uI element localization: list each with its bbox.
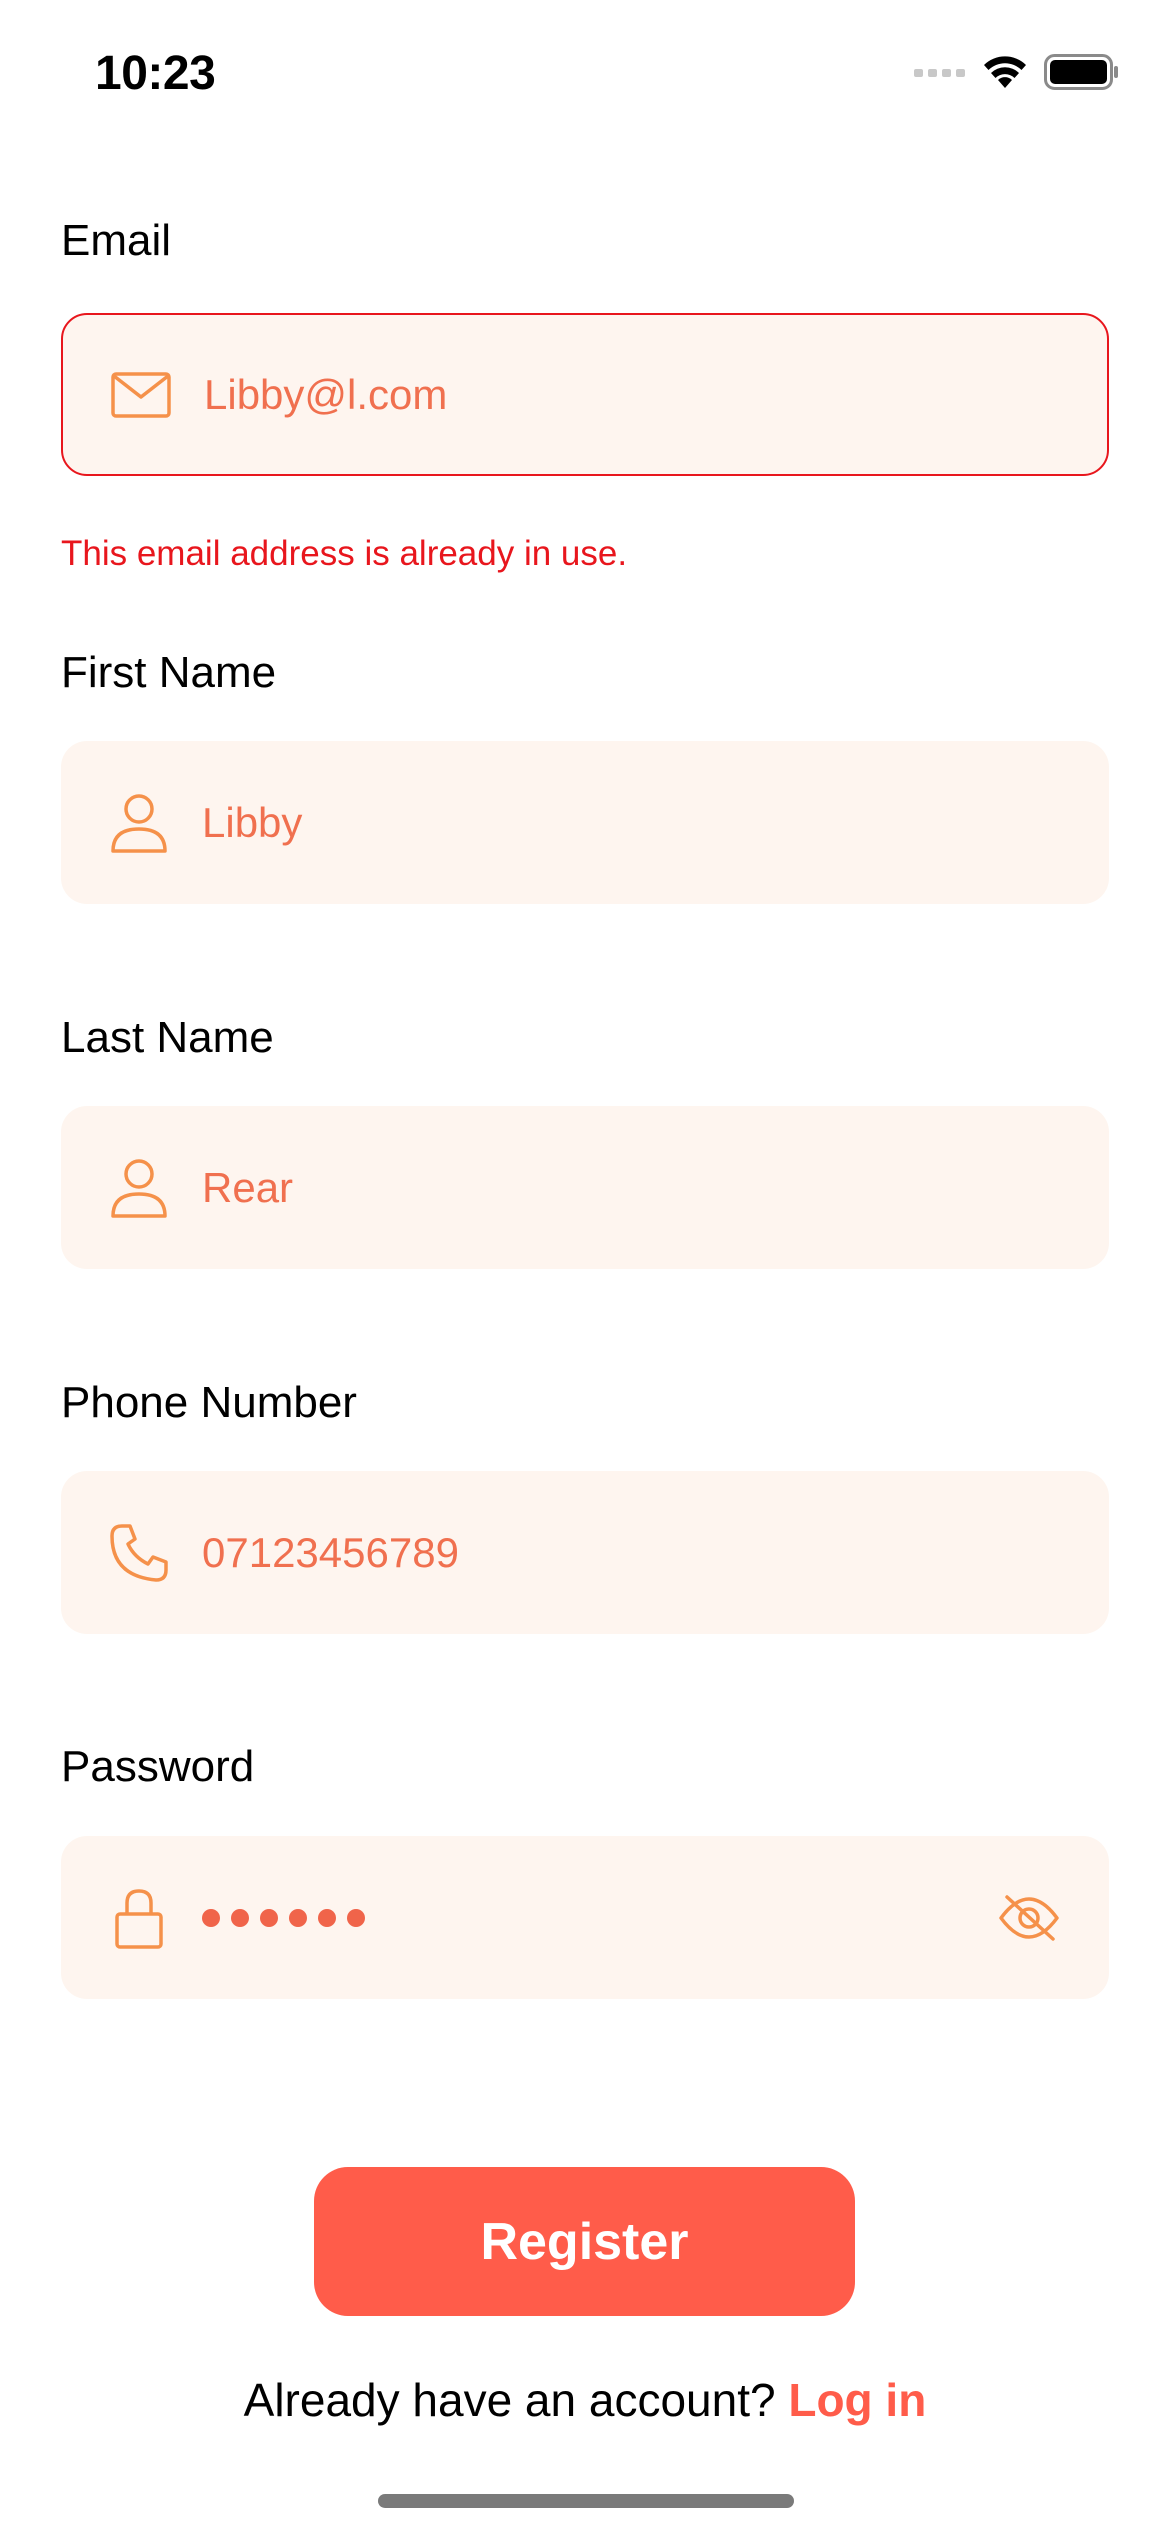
envelope-icon	[108, 362, 174, 428]
email-value: Libby@l.com	[204, 370, 448, 418]
status-icons	[914, 52, 1120, 97]
last-name-value: Rear	[202, 1163, 294, 1211]
login-prompt-row: Already have an account? Log in	[0, 2373, 1170, 2427]
phone-field[interactable]: 07123456789	[61, 1471, 1109, 1634]
register-button[interactable]: Register	[314, 2167, 855, 2316]
first-name-label: First Name	[61, 648, 277, 697]
phone-label: Phone Number	[61, 1378, 357, 1427]
email-field[interactable]: Libby@l.com	[61, 313, 1109, 476]
cellular-signal-icon	[914, 65, 966, 84]
lock-icon	[106, 1885, 172, 1951]
phone-value: 07123456789	[202, 1528, 459, 1576]
password-field[interactable]	[61, 1836, 1109, 1999]
person-icon	[106, 790, 172, 856]
eye-slash-icon[interactable]	[994, 1883, 1064, 1953]
email-error-message: This email address is already in use.	[61, 534, 628, 573]
wifi-icon	[980, 52, 1030, 97]
last-name-field[interactable]: Rear	[61, 1106, 1109, 1269]
home-indicator	[378, 2494, 794, 2508]
battery-icon	[1044, 54, 1120, 95]
password-masked-value	[202, 1908, 365, 1927]
login-link[interactable]: Log in	[788, 2374, 926, 2426]
status-time: 10:23	[95, 47, 216, 100]
login-prompt-text: Already have an account?	[243, 2374, 776, 2426]
last-name-label: Last Name	[61, 1013, 274, 1062]
first-name-field[interactable]: Libby	[61, 741, 1109, 904]
password-label: Password	[61, 1742, 255, 1791]
email-label: Email	[61, 216, 172, 265]
first-name-value: Libby	[202, 798, 303, 846]
person-icon	[106, 1155, 172, 1221]
phone-icon	[106, 1520, 172, 1586]
status-bar: 10:23	[0, 0, 1170, 150]
